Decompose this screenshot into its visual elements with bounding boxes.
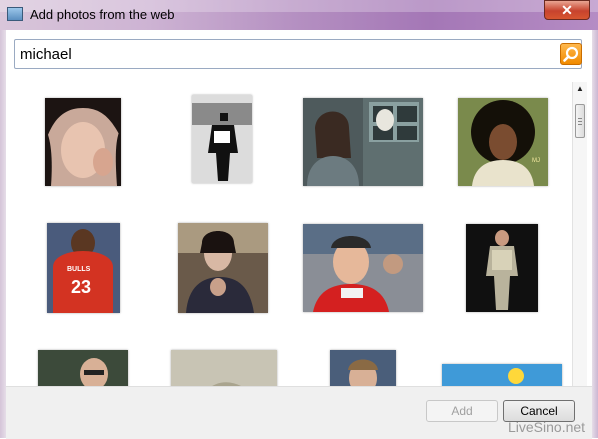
title-bar[interactable]: Add photos from the web ✕ (0, 0, 598, 30)
result-photo-6[interactable] (178, 223, 268, 313)
window-title: Add photos from the web (30, 7, 175, 22)
scroll-thumb[interactable] (575, 104, 585, 138)
results-scrollbar[interactable]: ▲ ▼ (572, 82, 587, 416)
result-photo-3[interactable] (303, 98, 423, 186)
close-button[interactable]: ✕ (544, 0, 590, 20)
result-photo-4[interactable]: MJ (458, 98, 548, 186)
scroll-up-arrow[interactable]: ▲ (573, 82, 587, 96)
svg-text:MJ: MJ (532, 158, 540, 164)
scroll-thumb-grip (578, 121, 582, 122)
watermark: LiveSino.net (508, 419, 586, 435)
dialog-footer: Add Cancel (6, 386, 592, 439)
window-frame-right (592, 30, 598, 438)
search-icon (563, 46, 579, 62)
results-grid: MJ BULLS 23 (16, 82, 572, 416)
jersey-team-text: BULLS (67, 266, 91, 273)
result-photo-5[interactable]: BULLS 23 (47, 223, 120, 313)
result-photo-8[interactable] (466, 224, 538, 312)
search-button[interactable] (560, 43, 582, 65)
dialog-body: MJ BULLS 23 ▲ (6, 30, 592, 439)
result-photo-2[interactable] (192, 95, 252, 183)
search-box[interactable] (14, 39, 582, 69)
add-button[interactable]: Add (426, 400, 498, 422)
photo-gallery-icon (7, 7, 23, 21)
scroll-thumb-grip (578, 118, 582, 119)
result-photo-7[interactable] (303, 224, 423, 312)
jersey-number-text: 23 (71, 277, 91, 297)
scroll-thumb-grip (578, 124, 582, 125)
result-photo-1[interactable] (45, 98, 121, 186)
search-input[interactable] (20, 44, 540, 64)
